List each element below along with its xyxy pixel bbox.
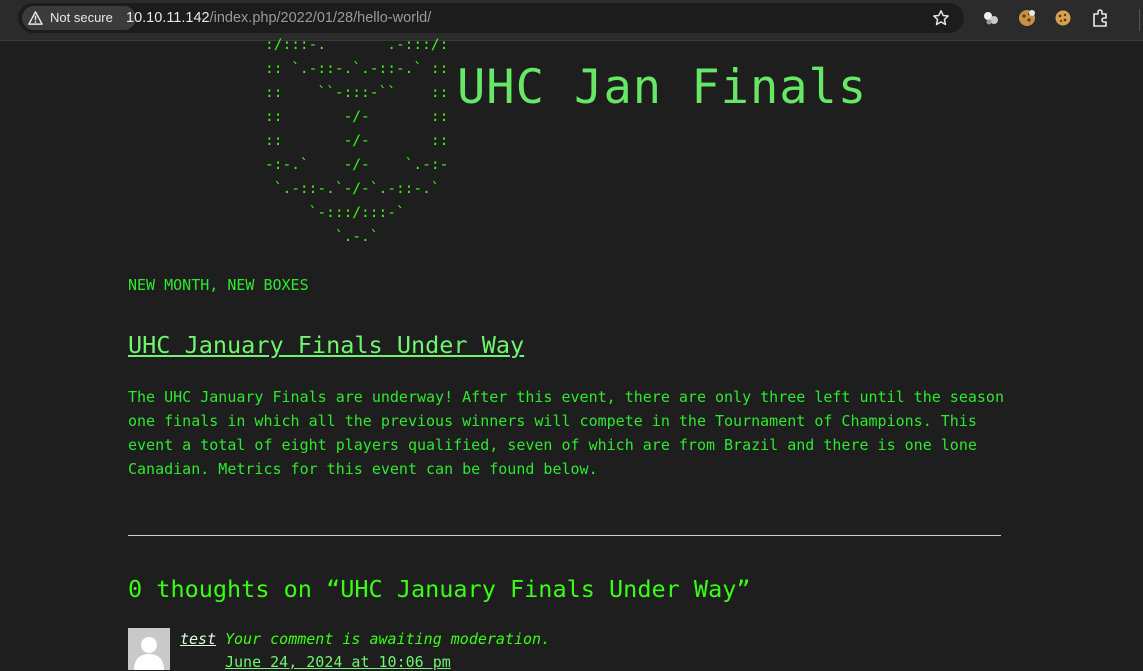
ascii-art-logo: :/:::-. .-:::/: :: `.-::-.`.-::-.` :: ::…: [265, 37, 449, 245]
url-path: /index.php/2022/01/28/hello-world/: [209, 10, 432, 26]
url-text[interactable]: 10.10.11.142/index.php/2022/01/28/hello-…: [126, 3, 431, 33]
post-body: The UHC January Finals are underway! Aft…: [128, 388, 1004, 478]
comment-author-link[interactable]: test: [180, 630, 216, 648]
security-label: Not secure: [50, 10, 113, 25]
browser-toolbar: Not secure 10.10.11.142/index.php/2022/0…: [0, 0, 1143, 41]
url-host: 10.10.11.142: [126, 10, 210, 26]
avatar: [128, 628, 170, 670]
comments-heading: 0 thoughts on “UHC January Finals Under …: [128, 575, 751, 603]
security-chip[interactable]: Not secure: [22, 6, 136, 30]
address-bar[interactable]: Not secure 10.10.11.142/index.php/2022/0…: [18, 3, 964, 33]
bookmark-star-icon[interactable]: [932, 9, 950, 27]
cookie-icon[interactable]: [1053, 8, 1073, 28]
warning-icon: [28, 11, 43, 25]
toolbar-divider: [1139, 9, 1140, 31]
site-title[interactable]: UHC Jan Finals: [457, 58, 867, 118]
site-tagline: NEW MONTH, NEW BOXES: [128, 276, 309, 294]
section-divider: [128, 535, 1001, 536]
post-title-link[interactable]: UHC January Finals Under Way: [128, 331, 524, 359]
cookie-extension-icon[interactable]: [1017, 8, 1037, 28]
comment-moderation-notice: Your comment is awaiting moderation.: [225, 630, 551, 648]
extension-puzzle-icon[interactable]: [981, 8, 1001, 28]
comment-date-link[interactable]: June 24, 2024 at 10:06 pm: [225, 653, 451, 671]
avatar-placeholder-icon: [128, 628, 170, 670]
post-title: UHC January Finals Under Way: [128, 328, 524, 362]
extensions-icon[interactable]: [1090, 8, 1110, 28]
